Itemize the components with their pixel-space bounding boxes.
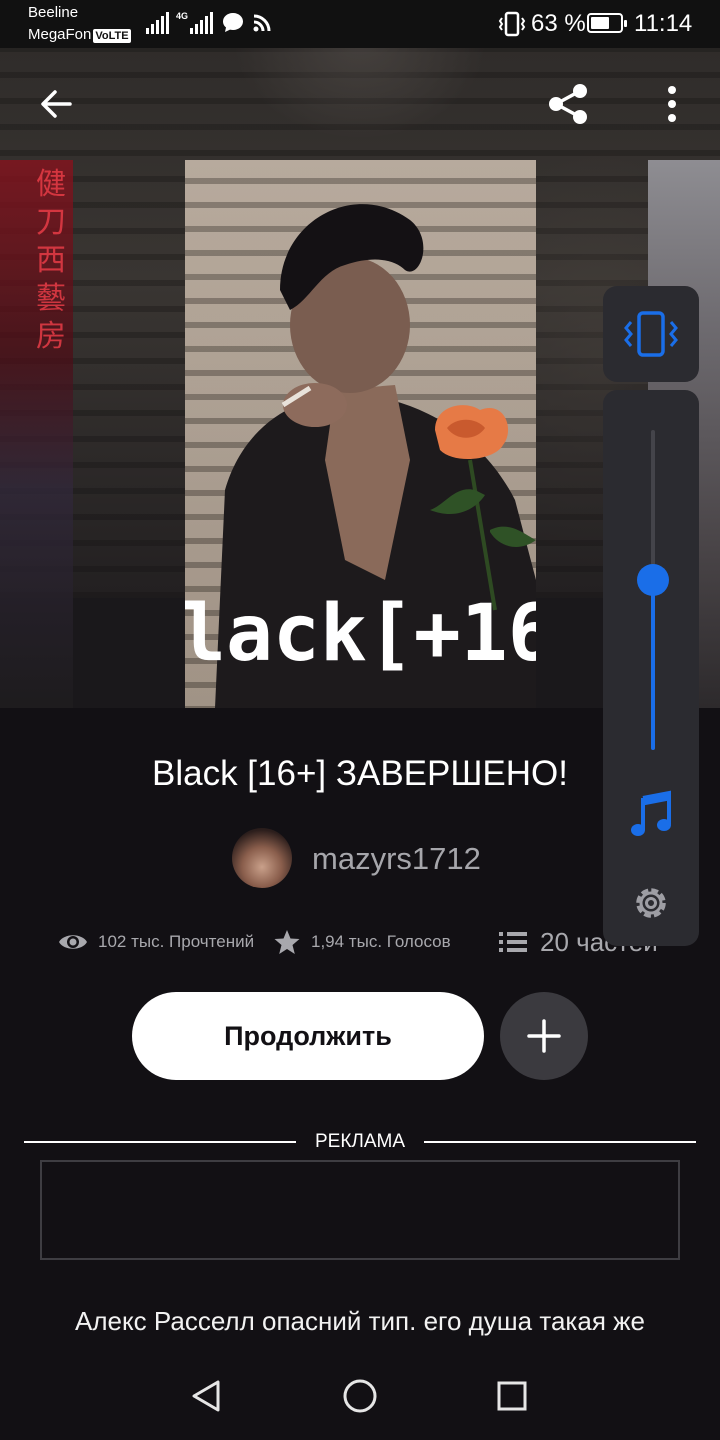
ad-divider-right: [424, 1141, 696, 1143]
music-note-icon[interactable]: [629, 790, 673, 838]
cover-current[interactable]: lack[+16: [185, 160, 536, 708]
nav-home-button[interactable]: [332, 1368, 388, 1424]
eye-icon: [59, 935, 87, 949]
reads-count: 102 тыс. Прочтений: [98, 932, 255, 951]
vibrate-status-icon: [498, 11, 526, 37]
cover-previous-text: 健刀西藝房: [36, 167, 66, 354]
star-icon: [274, 930, 300, 954]
volume-fill: [651, 580, 655, 750]
story-description: Алекс Расселл опасний тип. его душа така…: [75, 1306, 645, 1336]
rss-icon: [253, 14, 271, 32]
author-avatar[interactable]: [232, 828, 292, 888]
cover-title-svg: lack[+16: [185, 589, 536, 679]
gear-icon[interactable]: [630, 882, 672, 924]
battery-percent: 63 %: [531, 10, 586, 37]
carrier-1: Beeline: [28, 4, 79, 21]
arrow-left-icon: [41, 90, 72, 118]
chat-bubble-icon: [223, 13, 243, 32]
cover-title-text: lack[+16: [185, 589, 536, 679]
more-options-button[interactable]: [652, 80, 692, 128]
vibrate-toggle[interactable]: [603, 286, 699, 382]
carrier-2-label: MegaFon: [28, 26, 92, 43]
ad-divider-left: [24, 1141, 296, 1143]
status-bar: Beeline MegaFon VoLTE 4G 63 % 11:14: [0, 0, 720, 48]
cover-previous[interactable]: 健刀西藝房: [0, 160, 73, 708]
circle-home-icon: [343, 1379, 377, 1413]
volte-badge: VoLTE: [93, 29, 131, 43]
nav-back-button[interactable]: [178, 1368, 234, 1424]
signal-icon-2: [190, 12, 213, 34]
battery-icon: [587, 13, 627, 33]
list-icon: [499, 932, 527, 952]
volume-thumb[interactable]: [637, 564, 669, 596]
reads-stat: 102 тыс. Прочтений: [58, 922, 254, 962]
add-to-library-button[interactable]: [500, 992, 588, 1080]
ad-label: РЕКЛАМА: [314, 1131, 406, 1152]
share-icon: [549, 84, 587, 124]
network-type: 4G: [176, 11, 189, 21]
square-recents-icon: [497, 1381, 527, 1411]
vibrate-icon: [624, 311, 678, 357]
carrier-2: MegaFon VoLTE: [28, 25, 131, 45]
ad-banner[interactable]: [40, 1160, 680, 1260]
votes-count: 1,94 тыс. Голосов: [311, 932, 451, 951]
clock: 11:14: [634, 10, 693, 37]
continue-reading-button[interactable]: Продолжить: [132, 992, 484, 1080]
plus-icon: [527, 1019, 561, 1053]
volume-panel: [603, 390, 699, 946]
signal-icon: [146, 12, 169, 34]
votes-stat: 1,94 тыс. Голосов: [273, 922, 451, 962]
nav-recents-button[interactable]: [484, 1368, 540, 1424]
battery-fill: [591, 17, 609, 29]
share-button[interactable]: [540, 78, 596, 130]
more-vertical-icon: [668, 86, 676, 122]
author-name[interactable]: mazyrs1712: [312, 840, 481, 878]
triangle-back-icon: [192, 1380, 220, 1412]
back-button[interactable]: [32, 80, 80, 128]
system-nav-bar: [0, 1350, 720, 1440]
